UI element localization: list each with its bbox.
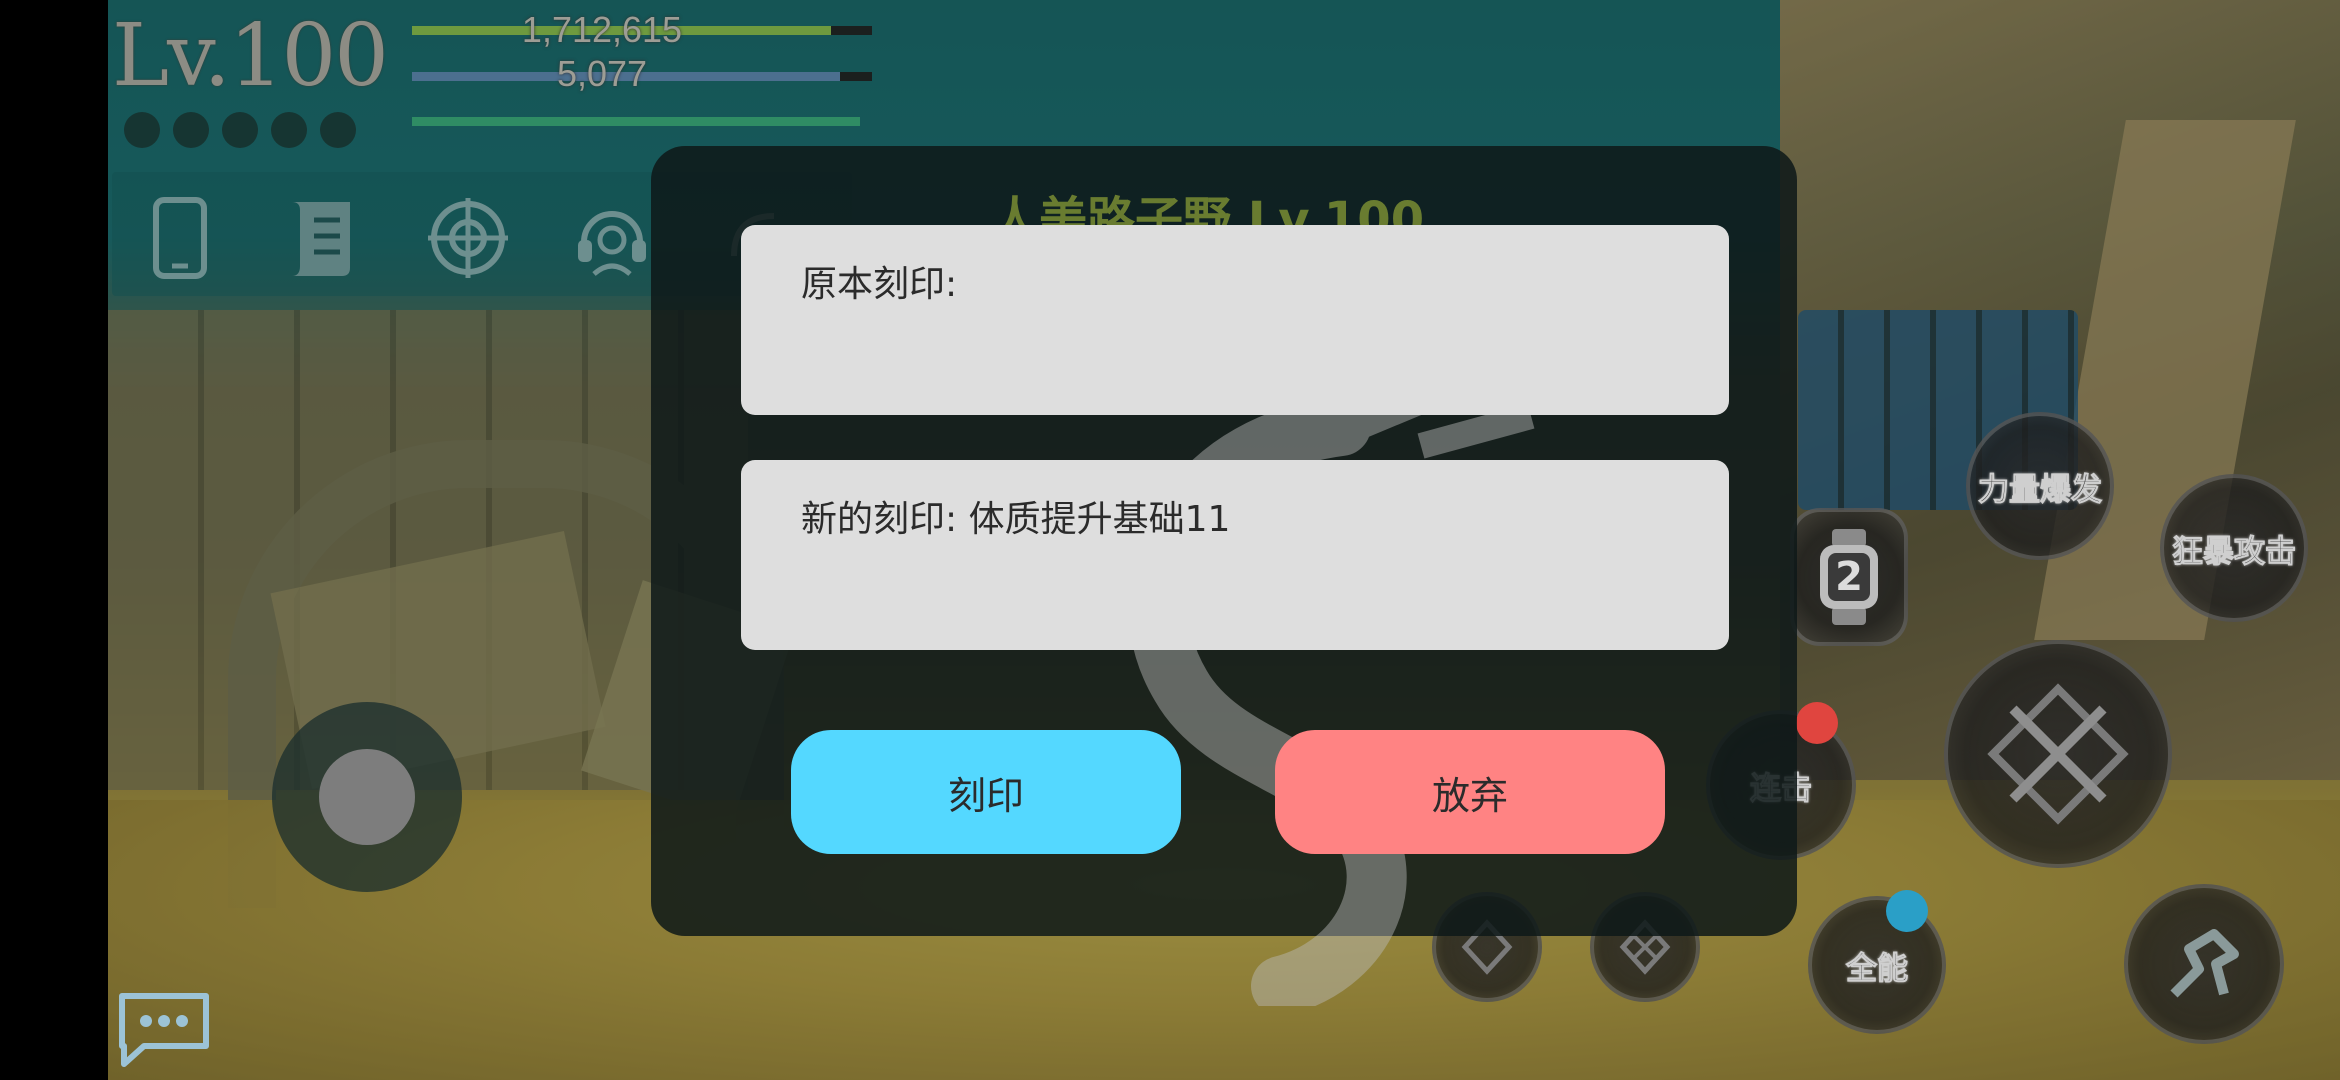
engrave-dialog: 人美路子野 Lv.100 原本刻印: 新的刻印: 体质提升基础11 刻印 放弃 [651,146,1797,1006]
virtual-joystick[interactable] [272,702,462,892]
running-figure-icon [2170,929,2239,998]
headset-icon[interactable] [564,190,660,286]
joystick-knob[interactable] [319,749,415,845]
red-orb-icon [1796,702,1838,744]
mp-value: 5,077 [556,53,648,94]
berserk-attack-label: 狂暴攻击 [2172,533,2297,570]
watch-count: 2 [1835,554,1863,600]
dodge-button[interactable] [2124,884,2284,1044]
original-engraving-field: 原本刻印: [741,225,1729,415]
berserk-attack-skill-button[interactable]: 狂暴攻击 [2160,474,2308,622]
charge-dot [173,112,209,148]
charge-dot [320,112,356,148]
level-text: Lv.100 [112,6,389,106]
new-engraving-field: 新的刻印: 体质提升基础11 [741,460,1729,650]
player-hud: Lv.100 1,712,615 5,077 [112,0,872,170]
power-burst-label: 力量爆发 [1978,471,2103,508]
chat-button[interactable] [116,990,212,1070]
charge-dot [124,112,160,148]
chat-bubble-icon [119,993,209,1067]
target-icon[interactable] [420,190,516,286]
new-engraving-label: 新的刻印: 体质提升基础11 [801,499,1231,540]
attack-button[interactable] [1944,640,2172,868]
crossed-swords-icon [1987,683,2129,825]
stamina-bar [412,117,860,126]
all-round-label: 全能 [1846,950,1909,987]
game-screen: Lv.100 1,712,615 5,077 力量爆发 狂暴攻击 2 全能 人美… [0,0,2340,1080]
charge-dots [124,112,369,152]
power-burst-skill-button[interactable]: 力量爆发 [1966,412,2114,560]
scroll-icon[interactable] [276,190,372,286]
blue-orb-icon [1886,890,1928,932]
original-engraving-label: 原本刻印: [801,264,958,305]
engrave-button[interactable]: 刻印 [791,730,1181,854]
charge-dot [271,112,307,148]
stamina-bar-fill [412,117,860,126]
exp-value: 1,712,615 [521,9,683,50]
watch-item-button[interactable]: 2 [1790,508,1908,646]
phone-icon[interactable] [132,190,228,286]
abandon-button[interactable]: 放弃 [1275,730,1665,854]
left-letterbox [0,0,108,1080]
charge-dot [222,112,258,148]
